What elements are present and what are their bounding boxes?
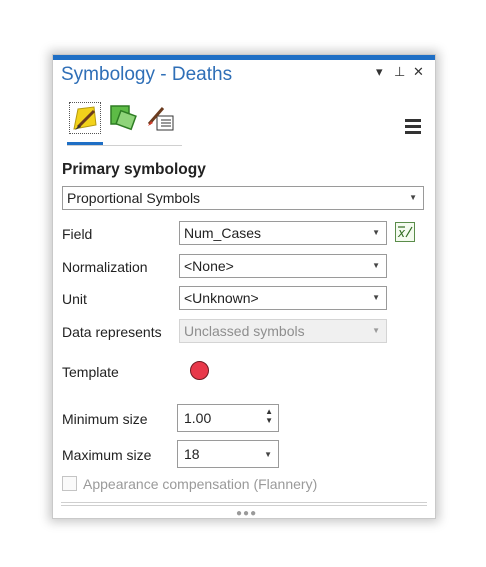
chevron-down-icon: ▼ [372,293,380,302]
appearance-compensation-label: Appearance compensation (Flannery) [83,476,318,492]
normalization-label: Normalization [62,259,148,275]
chevron-down-icon: ▼ [372,228,380,237]
field-value: Num_Cases [184,225,262,241]
template-symbol-swatch[interactable] [190,361,209,380]
panel-divider [61,505,427,506]
template-label: Template [62,364,119,380]
close-icon[interactable]: ✕ [413,65,424,79]
expression-builder-icon[interactable]: x [395,222,415,242]
appearance-compensation-checkbox[interactable] [62,476,77,491]
minimum-size-value: 1.00 [184,410,212,426]
primary-symbology-icon[interactable] [69,102,101,134]
unit-select[interactable]: <Unknown> ▼ [179,286,387,310]
chevron-down-icon: ▼ [264,450,272,459]
tab-divider [67,145,182,146]
primary-symbology-heading: Primary symbology [62,161,206,178]
unit-label: Unit [62,291,87,307]
vary-symbology-icon[interactable] [107,102,139,134]
maximum-size-value: 18 [184,446,200,462]
field-select[interactable]: Num_Cases ▼ [179,221,387,245]
svg-text:x: x [397,226,406,240]
pin-icon[interactable]: ⊥ [394,65,405,79]
spin-arrows-icon[interactable]: ▲ ▼ [265,407,273,425]
maximum-size-label: Maximum size [62,447,152,463]
minimum-size-label: Minimum size [62,411,148,427]
maximum-size-select[interactable]: 18 ▼ [177,440,279,468]
pane-options-dropdown-icon[interactable]: ▾ [376,65,383,79]
pane-title: Symbology - Deaths [61,64,233,85]
symbology-method-value: Proportional Symbols [67,190,201,206]
panel-divider [61,502,427,503]
field-label: Field [62,226,93,242]
symbology-pane: Symbology - Deaths ▾ ⊥ ✕ Primary symbolo… [52,54,436,519]
data-represents-select: Unclassed symbols ▼ [179,319,387,343]
data-represents-label: Data represents [62,324,162,340]
unit-value: <Unknown> [184,290,259,306]
symbology-method-select[interactable]: Proportional Symbols ▼ [62,186,424,210]
chevron-down-icon: ▼ [372,261,380,270]
minimum-size-spinner[interactable]: 1.00 ▲ ▼ [177,404,279,432]
normalization-value: <None> [184,258,234,274]
pane-accent-bar [53,55,435,60]
symbol-layer-drawing-icon[interactable] [145,102,177,134]
data-represents-value: Unclassed symbols [184,323,305,339]
hamburger-menu-icon[interactable] [405,119,421,137]
chevron-down-icon: ▼ [409,193,417,202]
normalization-select[interactable]: <None> ▼ [179,254,387,278]
chevron-down-icon: ▼ [372,326,380,335]
resize-grip-icon[interactable]: ●●● [236,508,257,518]
